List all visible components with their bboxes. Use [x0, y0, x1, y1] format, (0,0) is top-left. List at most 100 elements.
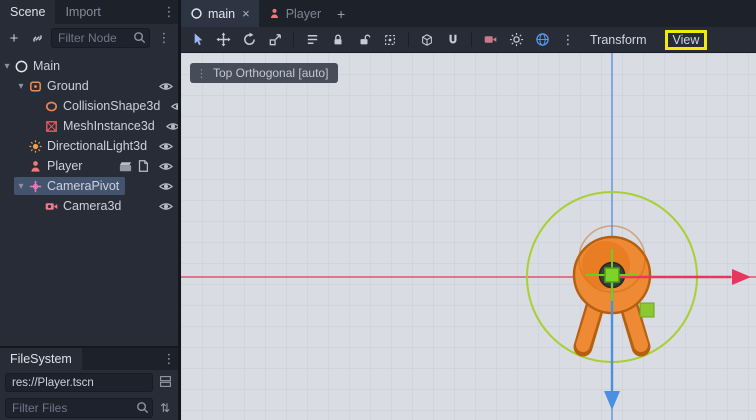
visibility-eye-icon — [158, 139, 174, 154]
tree-row-directionallight[interactable]: DirectionalLight3d — [0, 136, 178, 156]
list-select-button[interactable] — [304, 32, 320, 48]
player-icon — [268, 7, 281, 20]
add-node-button[interactable]: + — [5, 29, 23, 47]
file-filter-input[interactable] — [5, 398, 153, 418]
scene-dock-toolbar: + ⋮ — [0, 24, 178, 52]
instance-clapper-icon — [118, 159, 133, 174]
tree-row-collisionshape[interactable]: CollisionShape3d — [0, 96, 178, 116]
preview-sun-button[interactable] — [508, 32, 524, 48]
script-icon — [136, 159, 150, 173]
lock-button[interactable] — [330, 32, 346, 48]
visibility-toggle[interactable] — [170, 99, 178, 114]
plus-icon: + — [337, 6, 345, 22]
tab-import[interactable]: Import — [55, 0, 110, 24]
toolbar-separator — [408, 32, 409, 47]
filesystem-menu-button[interactable]: ⋮ — [160, 348, 178, 370]
scene-dock-menu-button[interactable]: ⋮ — [160, 0, 178, 24]
view-label-chip[interactable]: ⋮ Top Orthogonal [auto] — [190, 63, 338, 83]
node-filter — [51, 28, 150, 48]
toggle-split-mode-button[interactable] — [157, 375, 173, 391]
visibility-toggle[interactable] — [165, 119, 178, 134]
filesystem-dock: FileSystem ⋮ ⇅ — [0, 348, 178, 420]
lock-icon — [331, 33, 345, 47]
visibility-toggle[interactable] — [158, 179, 174, 194]
expand-arrow-icon[interactable]: ▾ — [0, 61, 14, 72]
select-tool-icon — [190, 32, 205, 47]
scene-tab-player[interactable]: Player — [259, 0, 330, 27]
gizmo-center-handle[interactable] — [605, 268, 619, 282]
tree-row-ground[interactable]: ▾ Ground — [0, 76, 178, 96]
sort-icon: ⇅ — [160, 401, 170, 415]
visibility-toggle[interactable] — [158, 199, 174, 214]
new-scene-tab-button[interactable]: + — [330, 0, 352, 27]
visibility-toggle[interactable] — [158, 159, 174, 174]
camera-override-button[interactable] — [482, 32, 498, 48]
tree-row-player[interactable]: Player — [0, 156, 178, 176]
rotate-tool-button[interactable] — [241, 32, 257, 48]
scene-tab-label: Player — [286, 7, 321, 21]
menu-dots-icon: ⋮ — [163, 351, 176, 367]
transform-menu[interactable]: Transform — [586, 32, 651, 48]
tree-item-label: Main — [33, 59, 60, 73]
visibility-toggle[interactable] — [158, 139, 174, 154]
expand-arrow-icon[interactable]: ▾ — [14, 181, 28, 192]
tree-row-main[interactable]: ▾ Main — [0, 56, 178, 76]
snap-toggle-button[interactable] — [445, 32, 461, 48]
view-label: Top Orthogonal [auto] — [213, 66, 328, 80]
current-path — [5, 373, 153, 392]
tree-row-camera3d[interactable]: Camera3d — [0, 196, 178, 216]
spacer — [111, 0, 160, 24]
tree-item-label: CameraPivot — [47, 179, 119, 193]
script-button[interactable] — [136, 159, 152, 174]
collisionshape-icon — [44, 99, 59, 114]
staticbody-icon — [28, 79, 43, 94]
unlock-button[interactable] — [356, 32, 372, 48]
tab-scene-label: Scene — [10, 5, 45, 19]
expand-arrow-icon[interactable]: ▾ — [14, 81, 28, 92]
file-filter — [5, 398, 153, 418]
toolbar-separator — [293, 32, 294, 47]
preview-environment-button[interactable] — [534, 32, 550, 48]
menu-dots-icon: ⋮ — [163, 4, 176, 20]
tree-item-label: DirectionalLight3d — [47, 139, 147, 153]
move-tool-icon — [216, 32, 231, 47]
move-tool-button[interactable] — [215, 32, 231, 48]
scene-tab-main[interactable]: main × — [181, 0, 259, 27]
extra-options-button[interactable]: ⋮ — [560, 32, 576, 48]
scene-tree-options-button[interactable]: ⋮ — [155, 30, 173, 46]
tab-filesystem[interactable]: FileSystem — [0, 348, 82, 370]
viewport-3d[interactable]: ⋮ Top Orthogonal [auto] — [181, 53, 756, 420]
camera-override-icon — [483, 32, 498, 47]
menu-dots-icon: ⋮ — [196, 67, 207, 80]
tree-item-label: Camera3d — [63, 199, 121, 213]
tab-import-label: Import — [65, 5, 100, 19]
instance-scene-button[interactable] — [28, 29, 46, 47]
tab-scene[interactable]: Scene — [0, 0, 55, 24]
scene-dock-tabbar: Scene Import ⋮ — [0, 0, 178, 24]
selected-row-highlight: ▾ CameraPivot — [14, 177, 125, 195]
mesh-icon — [44, 119, 59, 134]
view-menu[interactable]: View — [665, 30, 708, 50]
current-path-field[interactable] — [5, 373, 153, 392]
pivot-icon — [28, 179, 43, 194]
scale-tool-button[interactable] — [267, 32, 283, 48]
light-icon — [28, 139, 43, 154]
visibility-eye-icon — [158, 199, 174, 214]
select-tool-button[interactable] — [189, 32, 205, 48]
scene-tab-label: main — [208, 7, 235, 21]
tree-row-meshinstance[interactable]: MeshInstance3d — [0, 116, 178, 136]
open-instance-button[interactable] — [118, 159, 134, 174]
viewport-canvas[interactable] — [181, 53, 756, 420]
unlock-icon — [357, 33, 371, 47]
group-button[interactable] — [382, 32, 398, 48]
file-sort-button[interactable]: ⇅ — [157, 401, 173, 415]
gizmo-plane-handle[interactable] — [640, 303, 654, 317]
tree-row-camerapivot[interactable]: ▾ CameraPivot — [0, 176, 178, 196]
link-icon — [30, 31, 45, 46]
close-tab-icon[interactable]: × — [242, 6, 250, 21]
visibility-toggle[interactable] — [158, 79, 174, 94]
filesystem-filter-row: ⇅ — [0, 395, 178, 420]
menu-dots-icon: ⋮ — [562, 32, 575, 48]
viewport-grid — [181, 53, 756, 420]
local-space-button[interactable] — [419, 32, 435, 48]
